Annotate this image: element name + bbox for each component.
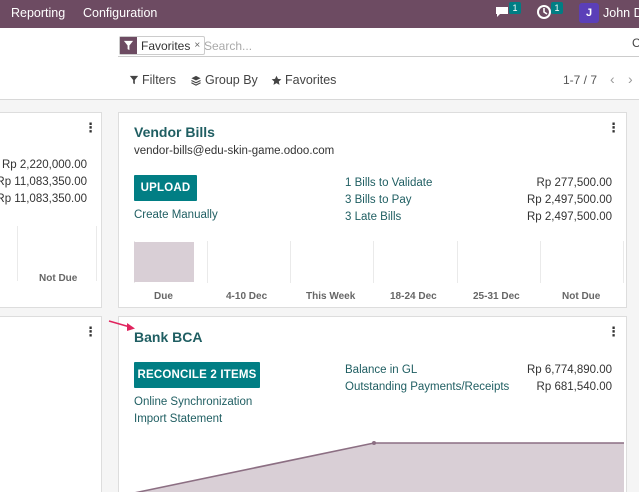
bills-to-pay-amount: Rp 2,497,500.00 bbox=[526, 194, 612, 206]
pager-previous-icon[interactable]: ‹ bbox=[610, 71, 615, 87]
chart-gridline bbox=[207, 241, 208, 283]
pager-value[interactable]: 1-7 / 7 bbox=[563, 73, 597, 87]
group-by-button[interactable]: Group By bbox=[190, 72, 258, 88]
search-options-icon[interactable]: C bbox=[632, 36, 639, 50]
search-bar: Favorites × bbox=[118, 35, 639, 57]
search-input[interactable] bbox=[204, 37, 624, 55]
import-statement-link[interactable]: Import Statement bbox=[134, 413, 222, 425]
search-facet[interactable]: Favorites × bbox=[119, 36, 206, 55]
favorites-button[interactable]: Favorites bbox=[271, 72, 336, 88]
chart-gridline bbox=[17, 226, 18, 281]
balance-in-gl-link[interactable]: Balance in GL bbox=[345, 364, 417, 376]
card-menu-icon[interactable]: ⋮ bbox=[84, 325, 97, 339]
outstanding-payments-amount: Rp 681,540.00 bbox=[536, 381, 612, 393]
outstanding-payments-link[interactable]: Outstanding Payments/Receipts bbox=[345, 381, 509, 393]
partial-amount-2: Rp 11,083,350.00 bbox=[0, 176, 87, 188]
star-icon bbox=[271, 75, 282, 85]
reconcile-button[interactable]: RECONCILE 2 ITEMS bbox=[134, 362, 260, 388]
card-title[interactable]: Bank BCA bbox=[134, 329, 202, 345]
messages-badge: 1 bbox=[509, 2, 521, 14]
chart-gridline bbox=[540, 241, 541, 283]
avatar[interactable]: J bbox=[579, 3, 599, 23]
upload-button[interactable]: UPLOAD bbox=[134, 175, 197, 201]
journal-card-partial: ⋮ Rp 2,220,000.00 Rp 11,083,350.00 Rp 11… bbox=[0, 112, 102, 308]
partial-amount-1: Rp 2,220,000.00 bbox=[1, 159, 87, 171]
balance-in-gl-amount: Rp 6,774,890.00 bbox=[526, 364, 612, 376]
create-manually-link[interactable]: Create Manually bbox=[134, 209, 218, 221]
facet-label: Favorites bbox=[141, 38, 191, 53]
bills-to-pay-link[interactable]: 3 Bills to Pay bbox=[345, 194, 411, 206]
pager-next-icon[interactable]: › bbox=[628, 71, 633, 87]
chart-bar-due[interactable] bbox=[134, 242, 194, 282]
late-bills-link[interactable]: 3 Late Bills bbox=[345, 211, 401, 223]
vendor-bills-email: vendor-bills@edu-skin-game.odoo.com bbox=[134, 145, 335, 157]
chart-label-not-due: Not Due bbox=[562, 291, 601, 302]
chart-label-not-due: Not Due bbox=[39, 273, 78, 284]
online-synchronization-link[interactable]: Online Synchronization bbox=[134, 396, 252, 408]
chart-label-this-week: This Week bbox=[306, 291, 356, 302]
partial-amount-3: Rp 11,083,350.00 bbox=[0, 193, 87, 205]
chart-gridline bbox=[96, 226, 97, 281]
filter-icon bbox=[120, 37, 137, 54]
bank-bca-card: Bank BCA ⋮ RECONCILE 2 ITEMS Online Sync… bbox=[118, 316, 627, 492]
bills-to-validate-link[interactable]: 1 Bills to Validate bbox=[345, 177, 432, 189]
menu-reporting[interactable]: Reporting bbox=[11, 6, 65, 20]
bills-to-validate-amount: Rp 277,500.00 bbox=[536, 177, 612, 189]
chart-gridline bbox=[290, 241, 291, 283]
chart-label-due: Due bbox=[154, 291, 173, 302]
annotation-arrow-icon bbox=[108, 320, 135, 331]
facet-remove-icon[interactable]: × bbox=[194, 40, 204, 51]
balance-point[interactable] bbox=[372, 441, 376, 445]
card-menu-icon[interactable]: ⋮ bbox=[607, 121, 620, 135]
activities-badge: 1 bbox=[551, 2, 563, 14]
filters-button[interactable]: Filters bbox=[129, 72, 176, 88]
user-name[interactable]: John Doe bbox=[603, 6, 639, 20]
balance-line-chart bbox=[134, 441, 624, 492]
vendor-bills-card: Vendor Bills ⋮ vendor-bills@edu-skin-gam… bbox=[118, 112, 627, 308]
balance-area bbox=[138, 443, 624, 492]
chart-gridline bbox=[373, 241, 374, 283]
group-by-label: Group By bbox=[205, 73, 258, 87]
journal-card-partial: ⋮ bbox=[0, 316, 102, 492]
card-menu-icon[interactable]: ⋮ bbox=[84, 121, 97, 135]
late-bills-amount: Rp 2,497,500.00 bbox=[526, 211, 612, 223]
card-menu-icon[interactable]: ⋮ bbox=[607, 325, 620, 339]
card-title[interactable]: Vendor Bills bbox=[134, 124, 215, 140]
chart-gridline bbox=[623, 241, 624, 283]
top-navbar: Reporting Configuration 1 1 J John Doe bbox=[0, 0, 639, 28]
chart-label-25-31-dec: 25-31 Dec bbox=[473, 291, 520, 302]
filters-label: Filters bbox=[142, 73, 177, 87]
control-panel: Favorites × Filters Group By Favorites 1… bbox=[0, 28, 639, 100]
chart-label-18-24-dec: 18-24 Dec bbox=[390, 291, 437, 302]
chart-label-4-10-dec: 4-10 Dec bbox=[226, 291, 268, 302]
filter-icon bbox=[129, 75, 139, 85]
favorites-label: Favorites bbox=[285, 73, 337, 87]
chart-gridline bbox=[457, 241, 458, 283]
layers-icon bbox=[191, 75, 201, 86]
menu-configuration[interactable]: Configuration bbox=[83, 6, 157, 20]
